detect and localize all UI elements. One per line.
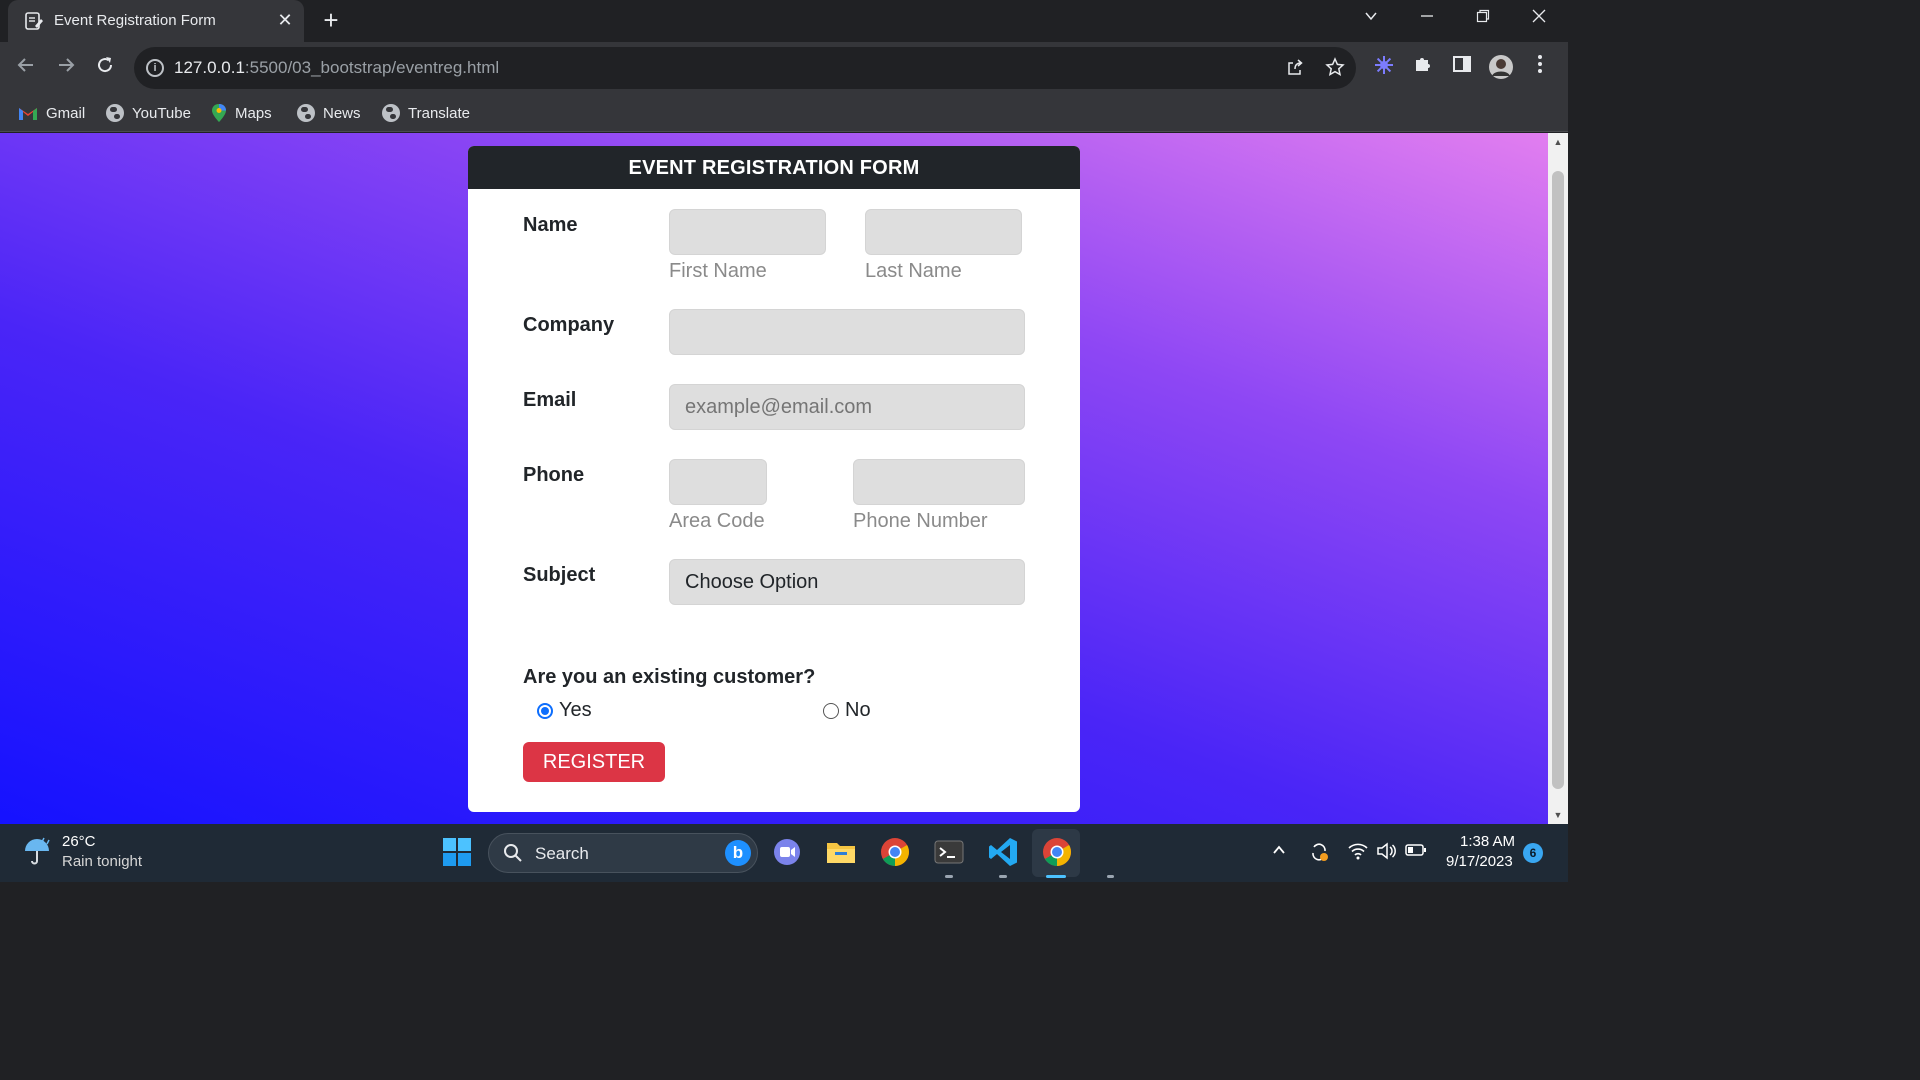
extension-icon[interactable] [1371,54,1397,80]
volume-icon[interactable] [1375,842,1397,864]
phone-number-input[interactable] [853,459,1025,505]
bookmark-youtube[interactable]: YouTube [106,101,191,125]
bookmark-news[interactable]: News [297,101,361,125]
chrome-icon[interactable] [878,835,912,869]
name-label: Name [523,214,578,236]
windows-start-icon[interactable] [440,835,474,869]
phone-label: Phone [523,464,585,486]
tab-search-icon[interactable] [1355,5,1387,33]
weather-temperature[interactable]: 26°C [62,833,96,850]
gmail-icon [19,108,37,120]
bookmark-translate[interactable]: Translate [382,101,470,125]
radio-no-label: No [845,699,871,721]
bing-chat-icon[interactable]: b [725,840,751,866]
radio-no-indicator[interactable] [823,702,839,719]
tab-title: Event Registration Form [54,12,216,29]
reload-icon[interactable] [91,54,119,82]
bookmark-star-icon[interactable] [1324,57,1346,79]
minimize-icon[interactable] [1411,5,1443,33]
file-explorer-icon[interactable] [824,835,858,869]
extensions-puzzle-icon[interactable] [1410,54,1436,80]
register-button[interactable]: REGISTER [523,742,665,782]
active-indicator [1046,875,1066,878]
area-code-input[interactable] [669,459,767,505]
existing-customer-question: Are you an existing customer? [523,666,816,688]
radio-yes-label: Yes [559,699,592,721]
clock-date[interactable]: 9/17/2023 [1446,853,1513,870]
sync-update-icon[interactable] [1308,842,1330,864]
battery-icon[interactable] [1405,842,1427,864]
radio-yes-indicator[interactable] [537,702,553,719]
back-icon[interactable] [12,54,40,82]
site-info-icon[interactable]: i [146,59,164,77]
forward-icon[interactable] [52,54,80,82]
phone-number-hint: Phone Number [853,510,988,532]
browser-toolbar: i 127.0.0.1:5500/03_bootstrap/eventreg.h… [0,42,1568,94]
last-name-input[interactable] [865,209,1022,255]
radio-yes[interactable]: Yes [537,699,592,722]
running-indicator [1107,875,1114,878]
subject-selected-value: Choose Option [685,571,819,593]
wifi-icon[interactable] [1347,842,1369,864]
globe-icon [382,104,400,122]
side-panel-icon[interactable] [1449,54,1475,80]
close-tab-icon[interactable]: ✕ [274,9,296,31]
form-header: EVENT REGISTRATION FORM [468,146,1080,189]
notification-badge[interactable]: 6 [1523,843,1543,863]
bookmarks-bar: Gmail YouTube Maps News Translate [0,94,1568,132]
teams-chat-icon[interactable] [770,835,804,869]
page-viewport: EVENT REGISTRATION FORM Name First Name … [0,133,1548,824]
first-name-input[interactable] [669,209,826,255]
clock-time[interactable]: 1:38 AM [1460,833,1515,850]
profile-avatar-icon[interactable] [1488,54,1514,80]
document-edit-icon [25,12,43,30]
area-code-hint: Area Code [669,510,765,532]
chevron-up-icon[interactable] [1268,842,1290,864]
taskbar-search[interactable]: Search b [488,833,758,873]
tab-strip: Event Registration Form ✕ + [0,0,1568,42]
scroll-thumb[interactable] [1552,171,1564,789]
rain-umbrella-icon[interactable] [22,836,52,866]
subject-select[interactable]: Choose Option [669,559,1025,605]
chrome-active-icon[interactable] [1040,835,1074,869]
maps-pin-icon [212,104,226,122]
bookmark-gmail[interactable]: Gmail [18,101,85,125]
browser-tab[interactable]: Event Registration Form ✕ [8,0,304,42]
radio-no[interactable]: No [823,699,871,722]
registration-form-card: EVENT REGISTRATION FORM Name First Name … [468,146,1080,812]
scroll-up-icon[interactable]: ▲ [1548,133,1568,151]
restore-icon[interactable] [1467,5,1499,33]
running-indicator [945,875,953,878]
globe-icon [106,104,124,122]
company-input[interactable] [669,309,1025,355]
subject-label: Subject [523,564,596,586]
vertical-scrollbar[interactable]: ▲ ▼ [1548,133,1568,824]
scroll-down-icon[interactable]: ▼ [1548,806,1568,824]
windows-taskbar: 26°C Rain tonight Search b 1:38 AM 9/17/… [0,824,1568,882]
first-name-hint: First Name [669,260,767,282]
terminal-icon[interactable] [932,835,966,869]
running-indicator [999,875,1007,878]
weather-description[interactable]: Rain tonight [62,853,142,870]
new-tab-button[interactable]: + [318,7,344,34]
search-label: Search [535,844,589,863]
globe-icon [297,104,315,122]
email-input[interactable] [669,384,1025,430]
search-icon [504,844,522,862]
last-name-hint: Last Name [865,260,962,282]
share-icon[interactable] [1284,57,1306,79]
address-bar[interactable]: i 127.0.0.1:5500/03_bootstrap/eventreg.h… [134,47,1356,89]
company-label: Company [523,314,615,336]
menu-kebab-icon[interactable] [1527,54,1553,80]
close-window-icon[interactable] [1523,5,1555,33]
vscode-icon[interactable] [986,835,1020,869]
bookmark-maps[interactable]: Maps [211,101,272,125]
email-label: Email [523,389,577,411]
url-text: 127.0.0.1:5500/03_bootstrap/eventreg.htm… [174,58,500,77]
